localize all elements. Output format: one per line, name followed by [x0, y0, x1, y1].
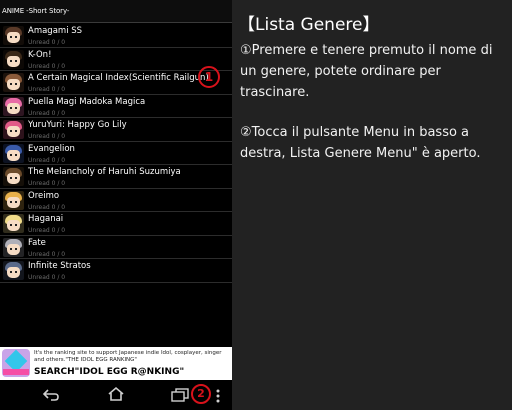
- genre-title: Haganai: [28, 214, 64, 224]
- genre-row[interactable]: YuruYuri: Happy Go Lily Unread 0 / 0: [0, 118, 232, 142]
- genre-unread: Unread 0 / 0: [28, 250, 66, 258]
- genre-thumbnail-icon: [3, 214, 24, 233]
- back-arrow-icon[interactable]: [42, 387, 60, 406]
- genre-title: Evangelion: [28, 143, 75, 154]
- genre-thumbnail-icon: [3, 261, 24, 280]
- genre-thumbnail-icon: [3, 49, 24, 69]
- genre-row[interactable]: Haganai Unread 0 / 0: [0, 212, 232, 236]
- genre-thumbnail-icon: [3, 96, 24, 116]
- phone-screen: ANIME -Short Story- Amagami SS Unread 0 /…: [0, 0, 232, 410]
- ad-search-text: SEARCH"IDOL EGG R@NKING": [34, 367, 185, 377]
- genre-unread: Unread 0 / 0: [28, 203, 66, 211]
- genre-unread: Unread 0 / 0: [28, 62, 66, 70]
- genre-unread: Unread 0 / 0: [28, 109, 66, 117]
- marker-2: 2: [191, 384, 211, 404]
- genre-list[interactable]: Amagami SS Unread 0 / 0 K-On! Unread 0 / 0A…: [0, 24, 232, 347]
- genre-title: K-On!: [28, 49, 52, 60]
- genre-row[interactable]: Oreimo Unread 0 / 0: [0, 189, 232, 212]
- genre-thumbnail-icon: [3, 143, 24, 163]
- genre-thumbnail-icon: [3, 237, 24, 257]
- menu-dots-icon[interactable]: [215, 388, 221, 407]
- genre-title: Oreimo: [28, 190, 60, 201]
- genre-row[interactable]: K-On! Unread 0 / 0: [0, 48, 232, 71]
- ad-text: It's the ranking site to support Japanes…: [34, 350, 222, 363]
- marker-1: 1: [198, 66, 220, 88]
- genre-thumbnail-icon: [3, 190, 24, 210]
- app-title: ANIME -Short Story-: [0, 0, 232, 23]
- genre-row[interactable]: Fate Unread 0 / 0: [0, 236, 232, 259]
- genre-row[interactable]: Puella Magi Madoka Magica Unread 0 / 0: [0, 95, 232, 118]
- ad-banner[interactable]: It's the ranking site to support Japanes…: [0, 347, 232, 380]
- genre-unread: Unread 0 / 0: [28, 227, 66, 234]
- genre-title: Puella Magi Madoka Magica: [28, 96, 146, 107]
- marker-1-label: 1: [204, 70, 214, 84]
- genre-title: A Certain Magical Index(Scientific Railg…: [28, 73, 209, 83]
- help-title: 【Lista Genere】: [238, 15, 380, 35]
- genre-row[interactable]: Evangelion Unread 0 / 0: [0, 142, 232, 165]
- recents-icon[interactable]: [171, 387, 189, 406]
- genre-title: The Melancholy of Haruhi Suzumiya: [28, 167, 181, 177]
- genre-unread: Unread 0 / 0: [28, 156, 66, 164]
- genre-title: Amagami SS: [28, 26, 83, 36]
- genre-row[interactable]: Amagami SS Unread 0 / 0: [0, 24, 232, 48]
- genre-unread: Unread 0 / 0: [28, 133, 66, 140]
- genre-unread: Unread 0 / 0: [28, 39, 66, 46]
- genre-thumbnail-icon: [3, 26, 24, 45]
- genre-title: YuruYuri: Happy Go Lily: [28, 120, 127, 130]
- genre-row[interactable]: Infinite Stratos Unread 0 / 0: [0, 259, 232, 283]
- genre-row[interactable]: The Melancholy of Haruhi Suzumiya Unread …: [0, 165, 232, 189]
- genre-unread: Unread 0 / 0: [28, 180, 66, 187]
- genre-title: Infinite Stratos: [28, 261, 91, 271]
- genre-thumbnail-icon: [3, 167, 24, 186]
- home-icon[interactable]: [107, 386, 125, 406]
- genre-title: Fate: [28, 237, 46, 248]
- help-paragraph-2: ②Tocca il pulsante Menu in basso a destr…: [240, 125, 481, 161]
- genre-thumbnail-icon: [3, 73, 24, 92]
- genre-unread: Unread 0 / 0: [28, 86, 66, 93]
- help-paragraph-1: ①Premere e tenere premuto il nome di un …: [240, 43, 493, 100]
- genre-thumbnail-icon: [3, 120, 24, 139]
- nav-bar: 2: [0, 380, 232, 410]
- marker-2-label: 2: [197, 387, 205, 400]
- genre-unread: Unread 0 / 0: [28, 274, 66, 281]
- ad-logo-icon: [2, 349, 30, 377]
